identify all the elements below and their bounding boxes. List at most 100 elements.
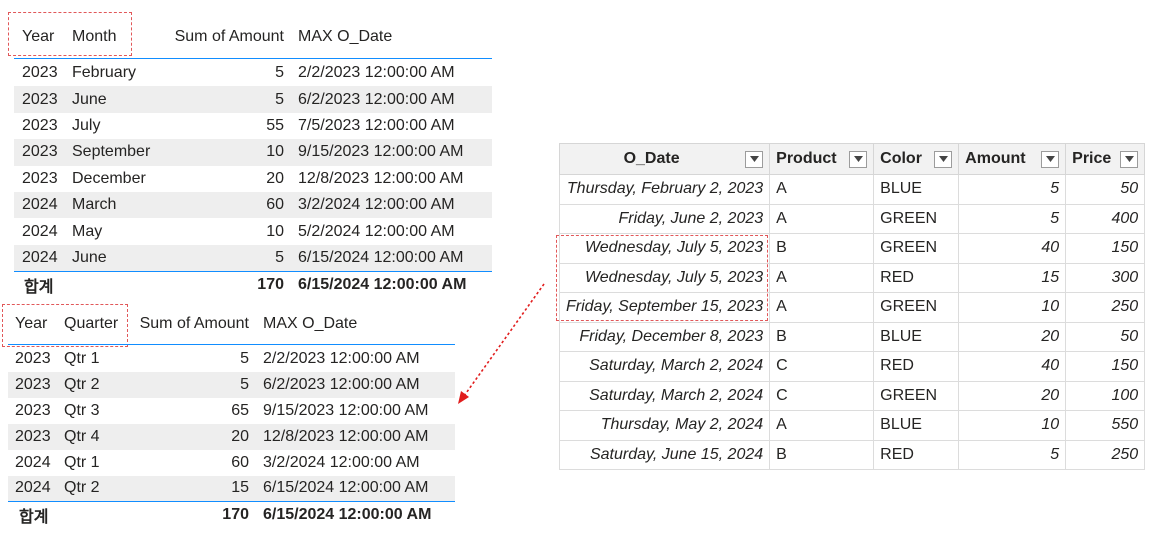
cell-max-odate: 7/5/2023 12:00:00 AM (298, 116, 455, 134)
table-row[interactable]: 2024 Qtr 1 60 3/2/2024 12:00:00 AM (8, 450, 455, 476)
table-row[interactable]: Friday, June 2, 2023 A GREEN 5 400 (558, 203, 1146, 234)
total-row: 합계 170 6/15/2024 12:00:00 AM (14, 272, 492, 298)
table-row[interactable]: 2024 Qtr 2 15 6/15/2024 12:00:00 AM (8, 475, 455, 502)
table-row[interactable]: Saturday, March 2, 2024 C GREEN 20 100 (558, 380, 1146, 411)
cell-price: 250 (1065, 439, 1146, 470)
table-row[interactable]: 2023 February 5 2/2/2023 12:00:00 AM (14, 60, 492, 86)
table-row[interactable]: Thursday, February 2, 2023 A BLUE 5 50 (558, 174, 1146, 205)
cell-sum-amount: 60 (266, 196, 284, 214)
annotation-box-year-quarter (2, 304, 128, 347)
cell-o-date: Thursday, February 2, 2023 (558, 174, 771, 205)
cell-color: BLUE (873, 410, 960, 441)
cell-price: 550 (1065, 410, 1146, 441)
cell-product: A (769, 203, 875, 234)
table-row[interactable]: 2023 June 5 6/2/2023 12:00:00 AM (14, 86, 492, 113)
table-row[interactable]: 2023 Qtr 1 5 2/2/2023 12:00:00 AM (8, 346, 455, 372)
cell-color: RED (873, 439, 960, 470)
cell-year: 2023 (22, 143, 58, 161)
header-underline (14, 58, 492, 59)
cell-max-odate: 2/2/2023 12:00:00 AM (298, 64, 455, 82)
cell-amount: 20 (958, 321, 1067, 352)
cell-period: Qtr 3 (64, 401, 100, 419)
header-max-odate[interactable]: MAX O_Date (263, 304, 357, 344)
cell-period: July (72, 116, 101, 134)
cell-amount: 20 (958, 380, 1067, 411)
total-label: 합계 (24, 279, 54, 296)
dropdown-filter-icon[interactable] (934, 150, 953, 168)
cell-period: Qtr 4 (64, 427, 100, 445)
cell-amount: 5 (958, 439, 1067, 470)
total-label: 합계 (19, 509, 49, 526)
cell-max-odate: 6/15/2024 12:00:00 AM (298, 248, 464, 266)
header-underline (8, 344, 455, 345)
column-header-label: Product (776, 150, 837, 167)
cell-max-odate: 9/15/2023 12:00:00 AM (298, 143, 464, 161)
cell-color: BLUE (873, 321, 960, 352)
cell-price: 50 (1065, 174, 1146, 205)
cell-amount: 10 (958, 292, 1067, 323)
cell-o-date: Saturday, March 2, 2024 (558, 351, 771, 382)
header-sum-amount[interactable]: Sum of Amount (126, 304, 249, 344)
table-row[interactable]: 2023 December 20 12/8/2023 12:00:00 AM (14, 166, 492, 192)
cell-max-odate: 3/2/2024 12:00:00 AM (298, 196, 455, 214)
cell-year: 2023 (15, 349, 51, 367)
cell-product: B (769, 321, 875, 352)
column-header-o-date[interactable]: O_Date (558, 143, 771, 175)
cell-year: 2024 (15, 453, 51, 471)
cell-year: 2024 (15, 479, 51, 497)
cell-price: 400 (1065, 203, 1146, 234)
header-sum-amount[interactable]: Sum of Amount (154, 16, 284, 58)
table-row[interactable]: Saturday, March 2, 2024 C RED 40 150 (558, 351, 1146, 382)
cell-max-odate: 5/2/2024 12:00:00 AM (298, 222, 455, 240)
dropdown-filter-icon[interactable] (745, 150, 764, 168)
dropdown-filter-icon[interactable] (1041, 150, 1060, 168)
table-row[interactable]: 2023 Qtr 4 20 12/8/2023 12:00:00 AM (8, 423, 455, 450)
cell-sum-amount: 20 (231, 427, 249, 445)
total-max: 6/15/2024 12:00:00 AM (298, 276, 467, 293)
cell-product: C (769, 380, 875, 411)
column-header-product[interactable]: Product (769, 143, 875, 175)
table-row[interactable]: 2023 Qtr 3 65 9/15/2023 12:00:00 AM (8, 398, 455, 424)
table-row[interactable]: 2024 March 60 3/2/2024 12:00:00 AM (14, 192, 492, 219)
cell-period: September (72, 143, 151, 161)
cell-amount: 40 (958, 233, 1067, 264)
table-row[interactable]: Saturday, June 15, 2024 B RED 5 250 (558, 439, 1146, 470)
cell-sum-amount: 55 (266, 116, 284, 134)
cell-period: May (72, 222, 103, 240)
dropdown-filter-icon[interactable] (1120, 150, 1139, 168)
table-row[interactable]: 2024 May 10 5/2/2024 12:00:00 AM (14, 218, 492, 244)
column-header-amount[interactable]: Amount (958, 143, 1067, 175)
cell-sum-amount: 5 (275, 64, 284, 82)
cell-year: 2023 (22, 116, 58, 134)
table-row[interactable]: Friday, December 8, 2023 B BLUE 20 50 (558, 321, 1146, 352)
cell-period: Qtr 1 (64, 453, 100, 471)
annotation-arrow (458, 283, 545, 404)
cell-product: B (769, 233, 875, 264)
cell-max-odate: 9/15/2023 12:00:00 AM (263, 401, 429, 419)
column-header-price[interactable]: Price (1065, 143, 1146, 175)
cell-color: BLUE (873, 174, 960, 205)
cell-year: 2024 (22, 222, 58, 240)
cell-price: 250 (1065, 292, 1146, 323)
cell-sum-amount: 20 (266, 169, 284, 187)
cell-max-odate: 3/2/2024 12:00:00 AM (263, 453, 420, 471)
cell-year: 2023 (15, 375, 51, 393)
column-header-color[interactable]: Color (873, 143, 960, 175)
table-row[interactable]: 2023 September 10 9/15/2023 12:00:00 AM (14, 139, 492, 166)
total-max: 6/15/2024 12:00:00 AM (263, 506, 432, 523)
dropdown-filter-icon[interactable] (849, 150, 868, 168)
cell-year: 2023 (22, 169, 58, 187)
header-max-odate[interactable]: MAX O_Date (298, 16, 392, 58)
quarter-matrix: Year Quarter Sum of Amount MAX O_Date 20… (2, 304, 455, 530)
table-row[interactable]: Thursday, May 2, 2024 A BLUE 10 550 (558, 410, 1146, 441)
table-row[interactable]: 2023 July 55 7/5/2023 12:00:00 AM (14, 113, 492, 139)
cell-year: 2023 (15, 427, 51, 445)
cell-max-odate: 12/8/2023 12:00:00 AM (263, 427, 429, 445)
total-sum: 170 (222, 506, 249, 523)
cell-year: 2023 (22, 64, 58, 82)
table-row[interactable]: 2023 Qtr 2 5 6/2/2023 12:00:00 AM (8, 371, 455, 398)
cell-product: A (769, 262, 875, 293)
cell-price: 300 (1065, 262, 1146, 293)
cell-period: June (72, 90, 107, 108)
table-row[interactable]: 2024 June 5 6/15/2024 12:00:00 AM (14, 244, 492, 272)
